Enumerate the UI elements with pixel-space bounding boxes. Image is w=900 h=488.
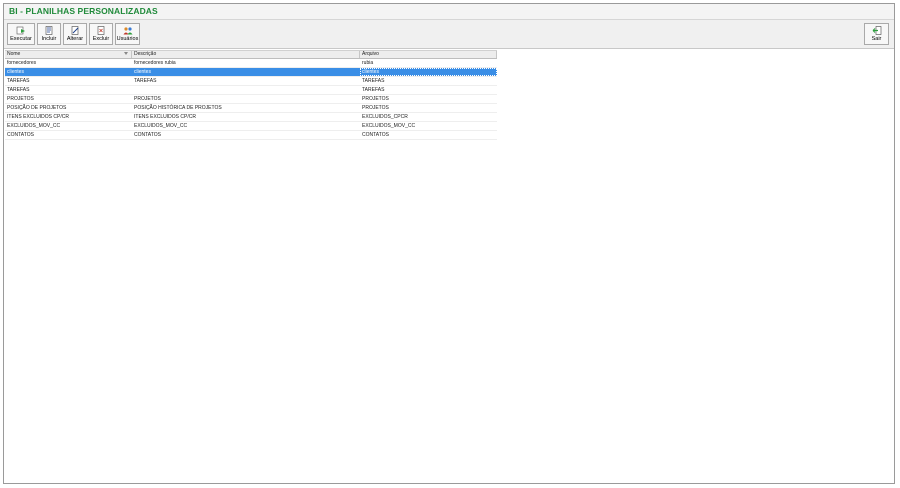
- execute-label: Executar: [10, 36, 32, 42]
- spreadsheet-grid: Nome Descrição Arquivo fornecedores forn…: [5, 50, 497, 140]
- users-button[interactable]: Usuários: [115, 23, 140, 45]
- window-title: BI - PLANILHAS PERSONALIZADAS: [9, 6, 158, 16]
- table-row[interactable]: CONTATOS CONTATOS CONTATOS: [5, 131, 497, 140]
- delete-button[interactable]: Excluir: [89, 23, 113, 45]
- toolbar: Executar Incluir Alterar Excluir Usuário…: [4, 20, 894, 49]
- cell-file: clientes: [360, 68, 497, 76]
- cell-file: PROJETOS: [362, 105, 389, 111]
- cell-name: CONTATOS: [7, 132, 34, 138]
- app-window: BI - PLANILHAS PERSONALIZADAS Executar I…: [3, 3, 895, 484]
- table-row[interactable]: ITENS EXCLUIDOS CP/CR ITENS EXCLUIDOS CP…: [5, 113, 497, 122]
- table-row[interactable]: PROJETOS PROJETOS PROJETOS: [5, 95, 497, 104]
- table-row[interactable]: fornecedores fornecedores rubia rubia: [5, 59, 497, 68]
- table-row[interactable]: EXCLUIDOS_MOV_CC EXCLUIDOS_MOV_CC EXCLUI…: [5, 122, 497, 131]
- cell-name: fornecedores: [7, 60, 37, 66]
- column-header-file[interactable]: Arquivo: [360, 51, 497, 58]
- add-button[interactable]: Incluir: [37, 23, 61, 45]
- run-icon: [16, 26, 25, 35]
- cell-description: PROJETOS: [134, 96, 161, 102]
- delete-document-icon: [97, 26, 105, 35]
- table-row[interactable]: POSIÇÃO DE PROJETOS POSIÇÃO HISTÓRICA DE…: [5, 104, 497, 113]
- cell-name: EXCLUIDOS_MOV_CC: [7, 123, 61, 129]
- cell-description: TAREFAS: [134, 78, 157, 84]
- users-icon: [123, 27, 132, 35]
- edit-label: Alterar: [66, 36, 84, 42]
- cell-description: fornecedores rubia: [134, 60, 176, 66]
- cell-name: clientes: [7, 69, 24, 75]
- add-document-icon: [45, 26, 53, 35]
- table-row[interactable]: TAREFAS TAREFAS TAREFAS: [5, 77, 497, 86]
- sort-arrow-icon[interactable]: [124, 52, 128, 55]
- cell-description: [132, 86, 360, 94]
- users-label: Usuários: [116, 36, 139, 42]
- cell-name: ITENS EXCLUIDOS CP/CR: [7, 114, 69, 120]
- edit-button[interactable]: Alterar: [63, 23, 87, 45]
- column-header-name[interactable]: Nome: [5, 51, 132, 58]
- cell-description: clientes: [134, 69, 151, 75]
- cell-description: POSIÇÃO HISTÓRICA DE PROJETOS: [134, 105, 222, 111]
- cell-file: EXCLUIDOS_MOV_CC: [362, 123, 416, 129]
- add-label: Incluir: [41, 36, 57, 42]
- cell-description: EXCLUIDOS_MOV_CC: [134, 123, 188, 129]
- delete-label: Excluir: [92, 36, 110, 42]
- cell-name: PROJETOS: [7, 96, 34, 102]
- edit-document-icon: [71, 26, 79, 35]
- cell-description: ITENS EXCLUIDOS CP/CR: [134, 114, 196, 120]
- table-row-selected[interactable]: clientes clientes clientes: [5, 68, 497, 77]
- cell-file: CONTATOS: [362, 132, 389, 138]
- exit-icon: [872, 26, 881, 35]
- exit-label: Sair: [871, 36, 882, 42]
- table-row[interactable]: TAREFAS TAREFAS: [5, 86, 497, 95]
- cell-name: TAREFAS: [7, 78, 30, 84]
- column-header-description[interactable]: Descrição: [132, 51, 360, 58]
- cell-file: PROJETOS: [362, 96, 389, 102]
- exit-button[interactable]: Sair: [864, 23, 889, 45]
- title-bar: BI - PLANILHAS PERSONALIZADAS: [4, 4, 894, 20]
- cell-file: EXCLUIDOS_CPCR: [362, 114, 408, 120]
- cell-file: TAREFAS: [362, 87, 385, 93]
- cell-name: TAREFAS: [7, 87, 30, 93]
- grid-header: Nome Descrição Arquivo: [5, 50, 497, 59]
- cell-file: rubia: [362, 60, 374, 66]
- cell-name: POSIÇÃO DE PROJETOS: [7, 105, 67, 111]
- execute-button[interactable]: Executar: [7, 23, 35, 45]
- cell-file: TAREFAS: [362, 78, 385, 84]
- cell-description: CONTATOS: [134, 132, 161, 138]
